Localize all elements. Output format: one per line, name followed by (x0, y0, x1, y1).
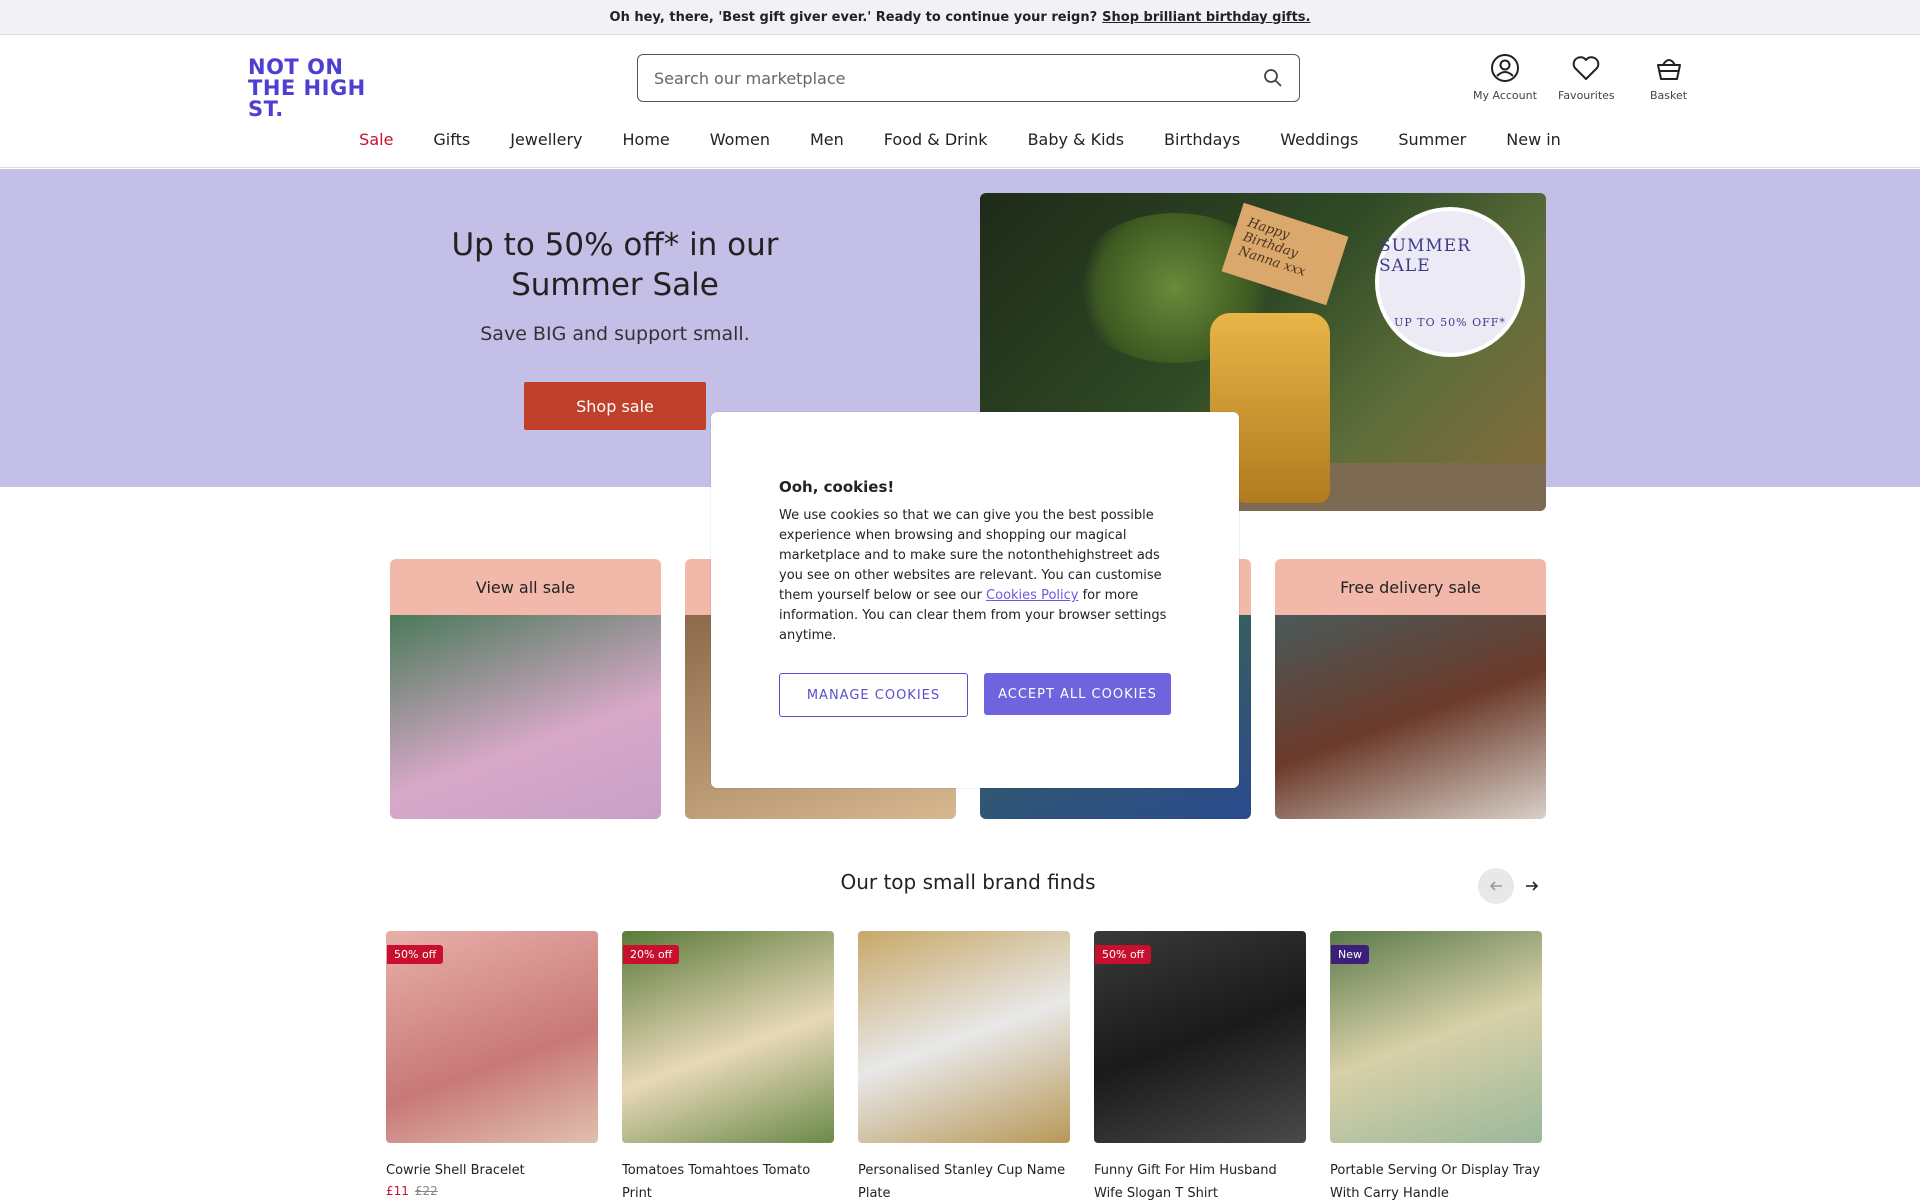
cookie-title: Ooh, cookies! (779, 478, 895, 496)
cookies-policy-link[interactable]: Cookies Policy (986, 588, 1078, 603)
cookie-dialog: Ooh, cookies! We use cookies so that we … (711, 412, 1239, 788)
accept-all-cookies-button[interactable]: ACCEPT ALL COOKIES (984, 673, 1171, 715)
cookie-buttons: MANAGE COOKIES ACCEPT ALL COOKIES (779, 673, 1171, 717)
cookie-body: We use cookies so that we can give you t… (779, 506, 1171, 646)
manage-cookies-button[interactable]: MANAGE COOKIES (779, 673, 968, 717)
